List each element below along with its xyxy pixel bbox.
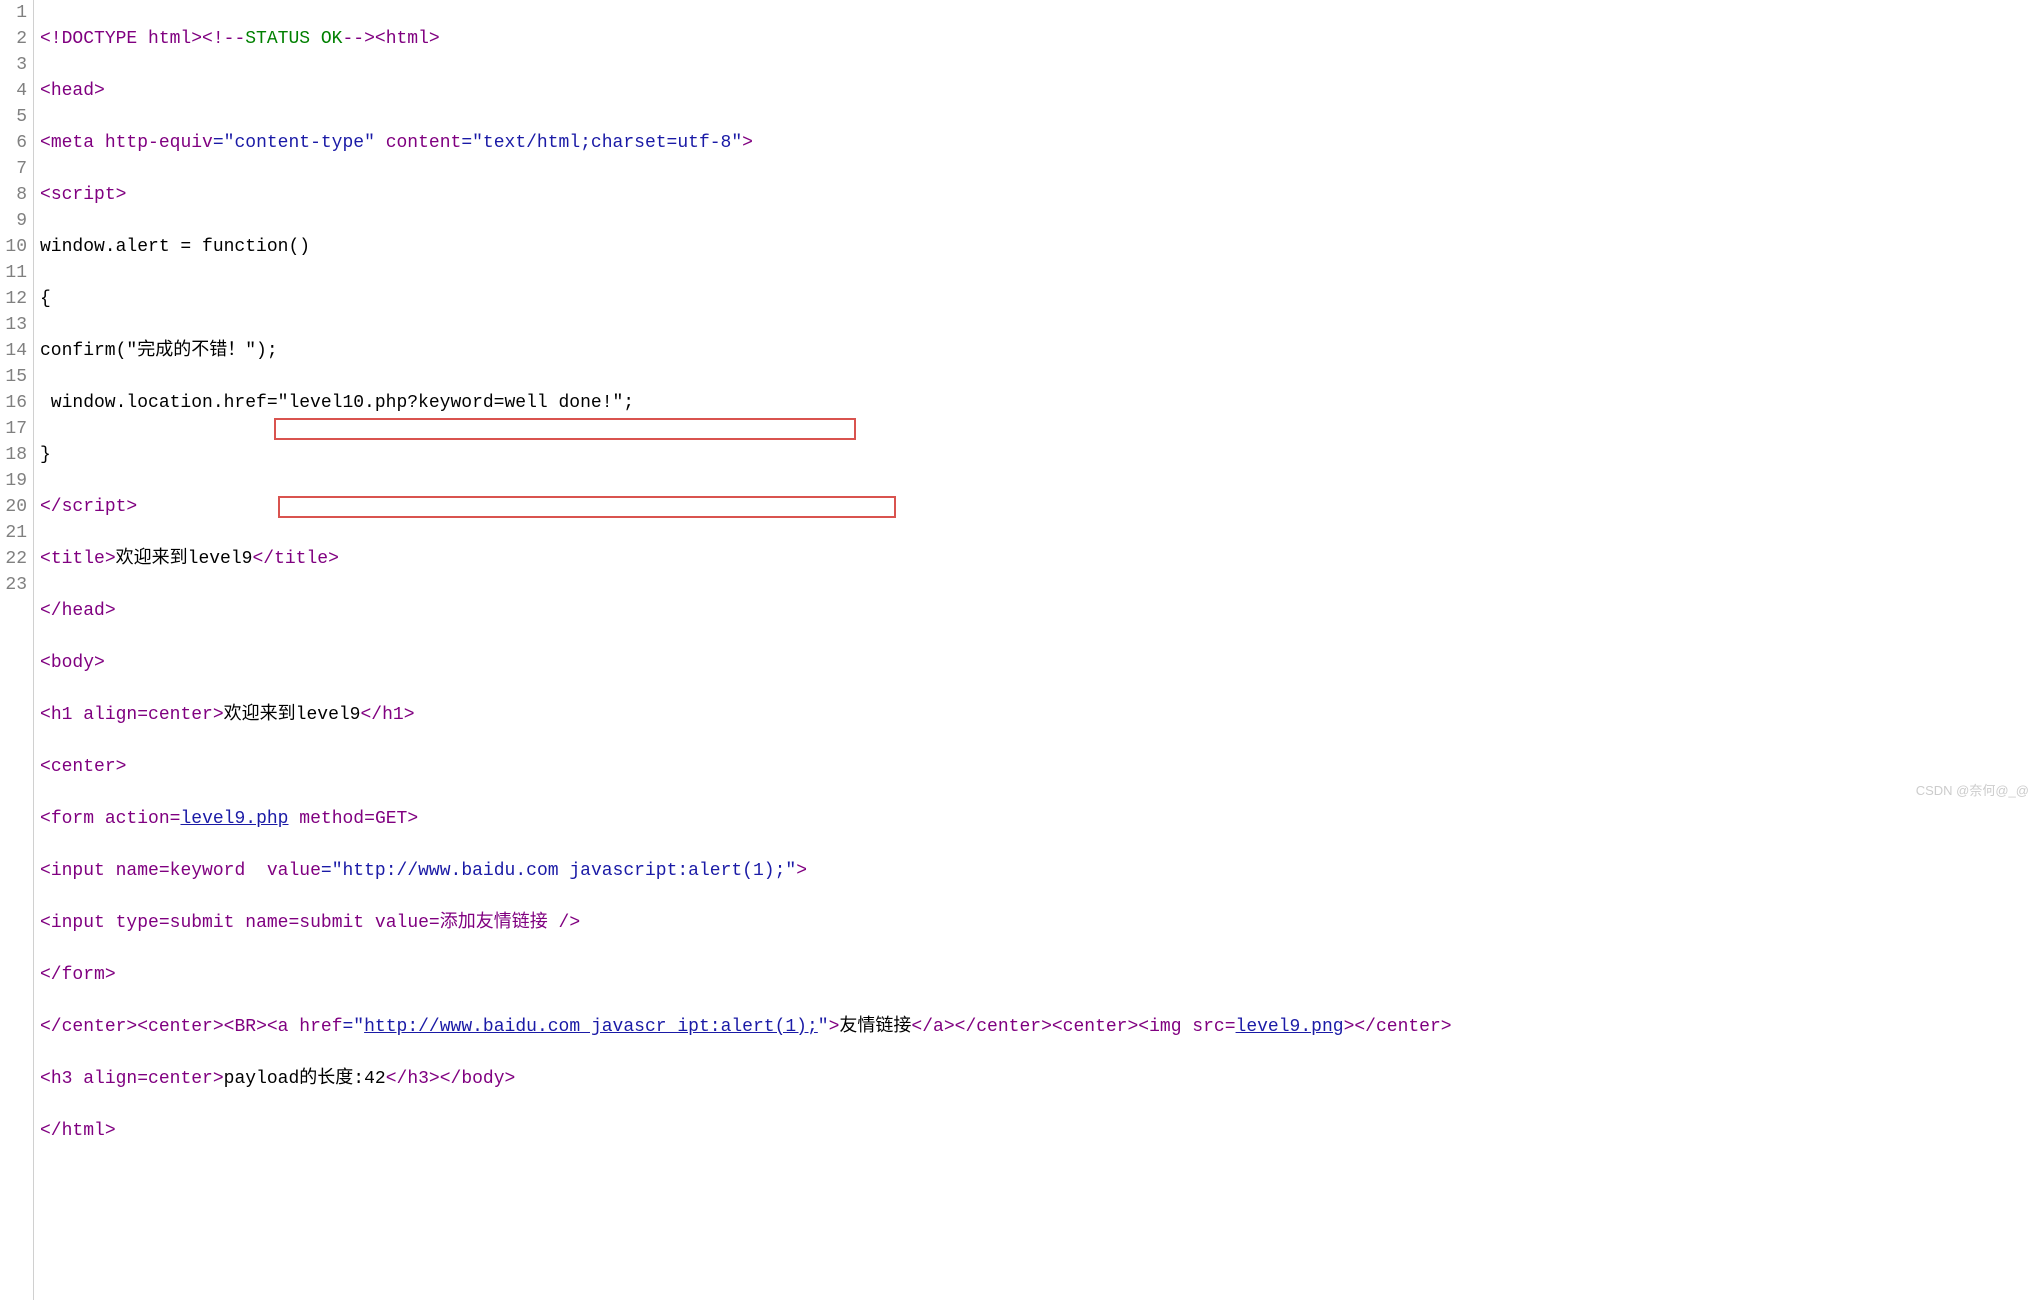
code-line: <body> [40,650,2039,676]
line-number: 22 [2,546,27,572]
line-number: 1 [2,0,27,26]
highlight-box-1 [274,418,856,440]
line-number: 2 [2,26,27,52]
line-number: 16 [2,390,27,416]
line-number: 6 [2,130,27,156]
line-number: 15 [2,364,27,390]
code-line: <center> [40,754,2039,780]
line-number: 23 [2,572,27,598]
line-number: 7 [2,156,27,182]
code-line: <h3 align=center>payload的长度:42</h3></bod… [40,1066,2039,1092]
code-line: <h1 align=center>欢迎来到level9</h1> [40,702,2039,728]
line-number: 14 [2,338,27,364]
code-line [40,1170,2039,1196]
line-number: 8 [2,182,27,208]
code-line: </html> [40,1118,2039,1144]
line-number: 3 [2,52,27,78]
code-line: window.location.href="level10.php?keywor… [40,390,2039,416]
line-number: 10 [2,234,27,260]
code-line: confirm("完成的不错！"); [40,338,2039,364]
code-line: } [40,442,2039,468]
code-line: window.alert = function() [40,234,2039,260]
line-number: 9 [2,208,27,234]
code-line: <script> [40,182,2039,208]
line-number: 18 [2,442,27,468]
line-number: 11 [2,260,27,286]
code-line: </center><center><BR><a href="http://www… [40,1014,2039,1040]
line-number: 12 [2,286,27,312]
code-line: <input name=keyword value="http://www.ba… [40,858,2039,884]
code-line: </script> [40,494,2039,520]
code-line: <!DOCTYPE html><!--STATUS OK--><html> [40,26,2039,52]
code-area[interactable]: <!DOCTYPE html><!--STATUS OK--><html> <h… [34,0,2039,1300]
line-number: 19 [2,468,27,494]
line-number: 20 [2,494,27,520]
line-number: 5 [2,104,27,130]
line-number-gutter: 1 2 3 4 5 6 7 8 9 10 11 12 13 14 15 16 1… [0,0,34,1300]
code-line: <title>欢迎来到level9</title> [40,546,2039,572]
code-line: { [40,286,2039,312]
code-line: </head> [40,598,2039,624]
code-line: <meta http-equiv="content-type" content=… [40,130,2039,156]
line-number: 17 [2,416,27,442]
line-number: 13 [2,312,27,338]
code-line: </form> [40,962,2039,988]
watermark: CSDN @奈何@_@ [1916,778,2029,804]
line-number: 4 [2,78,27,104]
code-line: <input type=submit name=submit value=添加友… [40,910,2039,936]
code-line: <head> [40,78,2039,104]
line-number: 21 [2,520,27,546]
